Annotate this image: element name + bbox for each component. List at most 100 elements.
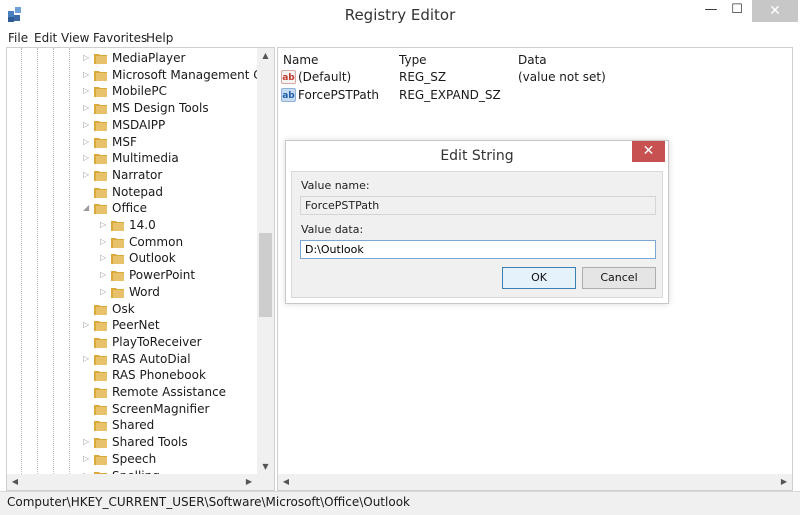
tree-item-label: MSF xyxy=(112,134,137,149)
minimize-button[interactable]: — xyxy=(697,0,725,22)
tree-item[interactable]: ◢ Office xyxy=(7,200,257,217)
tree-item-label: Outlook xyxy=(129,251,176,266)
tree-item[interactable]: Osk xyxy=(7,301,257,318)
tree-item[interactable]: ▷ MobilePC xyxy=(7,83,257,100)
expand-arrow-icon xyxy=(83,404,91,414)
scroll-left-arrow[interactable]: ◀ xyxy=(278,474,294,490)
tree-item[interactable]: RAS Phonebook xyxy=(7,367,257,384)
tree-item[interactable]: ▷ MSDAIPP xyxy=(7,117,257,134)
scroll-left-arrow[interactable]: ◀ xyxy=(7,474,23,490)
tree-item-label: Shared Tools xyxy=(112,435,188,450)
expand-arrow-icon[interactable]: ▷ xyxy=(83,454,91,464)
tree-item[interactable]: ▷ MSF xyxy=(7,134,257,151)
tree-item-label: Remote Assistance xyxy=(112,385,227,399)
expand-arrow-icon[interactable]: ▷ xyxy=(83,320,91,330)
tree-item[interactable]: ▷ Outlook xyxy=(7,250,257,267)
tree-item[interactable]: ▷ Multimedia xyxy=(7,150,257,167)
folder-icon xyxy=(94,54,107,64)
folder-icon xyxy=(111,287,124,298)
column-header-name[interactable]: Name xyxy=(283,53,318,67)
tree-item[interactable]: ScreenMagnifier xyxy=(7,401,257,418)
value-data-input[interactable]: D:\Outlook xyxy=(300,240,656,259)
tree-horizontal-scrollbar[interactable]: ◀ ▶ xyxy=(7,474,257,490)
expand-arrow-icon[interactable]: ▷ xyxy=(83,53,91,63)
tree-item[interactable]: ▷ Word xyxy=(7,284,257,301)
window-title: Registry Editor xyxy=(344,6,456,24)
expand-arrow-icon[interactable]: ▷ xyxy=(100,220,108,230)
folder-icon xyxy=(94,438,107,449)
value-row[interactable]: ab (Default) REG_SZ (value not set) xyxy=(281,69,641,86)
expand-arrow-icon[interactable]: ▷ xyxy=(83,120,91,130)
expand-arrow-icon[interactable]: ▷ xyxy=(83,70,91,80)
tree-item-label: PowerPoint xyxy=(129,268,196,283)
scroll-up-arrow[interactable]: ▲ xyxy=(257,48,274,64)
expand-arrow-icon[interactable]: ▷ xyxy=(100,270,108,280)
tree-item[interactable]: PlayToReceiver xyxy=(7,334,257,351)
menu-favorites[interactable]: Favorites xyxy=(93,31,147,45)
tree-item-label: Office xyxy=(112,201,148,216)
folder-icon xyxy=(94,321,107,332)
tree-item-label: PeerNet xyxy=(112,318,160,333)
menu-help[interactable]: Help xyxy=(146,31,173,45)
tree-item-label: Microsoft Management Cor xyxy=(112,67,274,82)
menu-file[interactable]: File xyxy=(8,31,28,45)
tree-item-label: PlayToReceiver xyxy=(112,334,202,349)
tree-item[interactable]: ▷ Speech xyxy=(7,451,257,468)
tree-item-label: Shared xyxy=(112,418,155,433)
tree-item-label: RAS Phonebook xyxy=(112,368,206,383)
tree-item[interactable]: ▷ Shared Tools xyxy=(7,434,257,451)
folder-icon xyxy=(94,137,107,148)
tree-item-label: Notepad xyxy=(112,184,163,199)
column-header-type[interactable]: Type xyxy=(399,53,427,67)
tree-item[interactable]: ▷ 14.0 xyxy=(7,217,257,234)
scroll-right-arrow[interactable]: ▶ xyxy=(776,474,792,490)
scroll-thumb[interactable] xyxy=(259,233,272,317)
tree-item[interactable]: ▷ Narrator xyxy=(7,167,257,184)
expand-arrow-icon[interactable]: ▷ xyxy=(83,103,91,113)
expand-arrow-icon[interactable]: ▷ xyxy=(83,170,91,180)
value-row[interactable]: ab ForcePSTPath REG_EXPAND_SZ xyxy=(281,87,641,104)
tree-vertical-scrollbar[interactable]: ▲ ▼ xyxy=(257,48,274,475)
tree-item-label: MediaPlayer xyxy=(112,51,186,65)
scroll-right-arrow[interactable]: ▶ xyxy=(241,474,257,490)
tree-item[interactable]: ▷ RAS AutoDial xyxy=(7,351,257,368)
value-type: REG_SZ xyxy=(399,70,447,84)
maximize-button[interactable]: ☐ xyxy=(723,0,751,22)
tree-item[interactable]: ▷ MediaPlayer xyxy=(7,50,257,67)
collapse-arrow-icon[interactable]: ◢ xyxy=(83,203,91,213)
cancel-button[interactable]: Cancel xyxy=(582,267,656,289)
expand-arrow-icon xyxy=(83,187,91,197)
tree-item[interactable]: ▷ PeerNet xyxy=(7,317,257,334)
expand-arrow-icon[interactable]: ▷ xyxy=(83,437,91,447)
scroll-down-arrow[interactable]: ▼ xyxy=(257,459,274,475)
dialog-close-button[interactable]: ✕ xyxy=(632,141,665,162)
key-tree[interactable]: ▷ MediaPlayer ▷ Microsoft Management Cor ▷ Mo… xyxy=(6,47,275,491)
expand-arrow-icon[interactable]: ▷ xyxy=(100,287,108,297)
menu-view[interactable]: View xyxy=(61,31,89,45)
folder-icon xyxy=(94,70,107,81)
expand-arrow-icon[interactable]: ▷ xyxy=(100,237,108,247)
tree-item-label: Multimedia xyxy=(112,151,179,166)
folder-icon xyxy=(94,371,107,382)
menu-edit[interactable]: Edit xyxy=(34,31,57,45)
tree-item[interactable]: ▷ PowerPoint xyxy=(7,267,257,284)
tree-item[interactable]: ▷ MS Design Tools xyxy=(7,100,257,117)
close-button[interactable]: ✕ xyxy=(752,0,798,22)
expand-arrow-icon xyxy=(83,420,91,430)
list-horizontal-scrollbar[interactable]: ◀ ▶ xyxy=(278,474,792,490)
tree-item[interactable]: ▷ Common xyxy=(7,234,257,251)
expand-arrow-icon[interactable]: ▷ xyxy=(83,86,91,96)
folder-icon xyxy=(94,154,107,165)
tree-item-label: MSDAIPP xyxy=(112,117,166,132)
folder-icon xyxy=(111,254,124,265)
tree-item[interactable]: Remote Assistance xyxy=(7,384,257,401)
column-header-data[interactable]: Data xyxy=(518,53,547,67)
tree-item[interactable]: Shared xyxy=(7,417,257,434)
ok-button[interactable]: OK xyxy=(502,267,576,289)
expand-arrow-icon[interactable]: ▷ xyxy=(100,253,108,263)
expand-arrow-icon[interactable]: ▷ xyxy=(83,153,91,163)
tree-item[interactable]: ▷ Microsoft Management Cor xyxy=(7,67,274,84)
expand-arrow-icon[interactable]: ▷ xyxy=(83,137,91,147)
tree-item[interactable]: Notepad xyxy=(7,184,257,201)
expand-arrow-icon[interactable]: ▷ xyxy=(83,354,91,364)
